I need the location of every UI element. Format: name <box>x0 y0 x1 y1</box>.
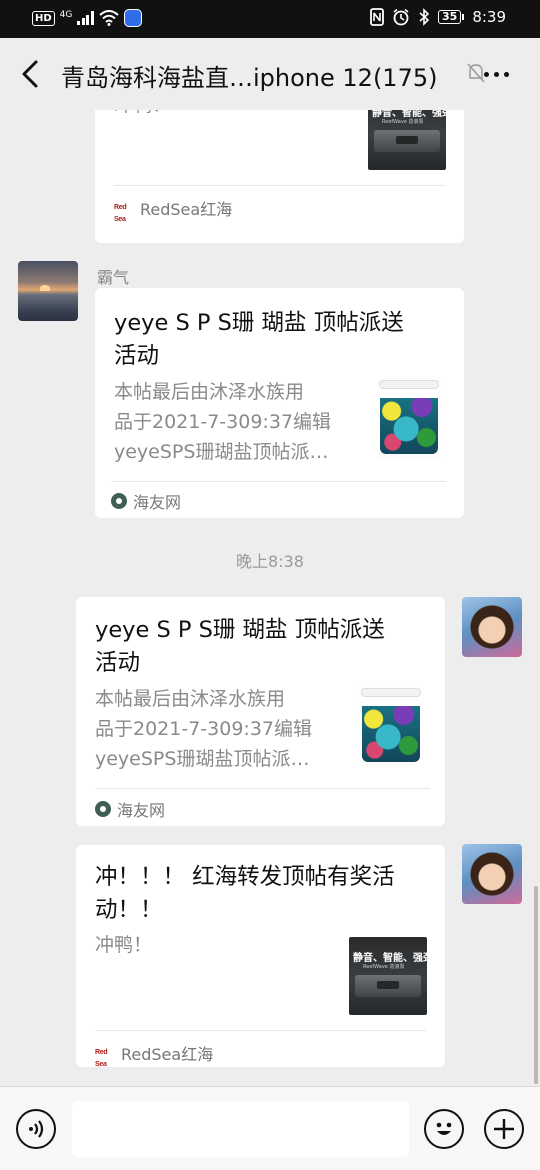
card-title: 冲！！！ 红海转发顶帖有奖活 动！！ <box>95 861 395 927</box>
card-title-line: 动！！ <box>95 897 163 923</box>
timestamp: 晚上8:38 <box>236 552 304 571</box>
thumbnail-subline: ReefWave 造浪泵 <box>363 964 405 970</box>
card-description: 冲鸭！ <box>95 934 153 956</box>
thumbnail-headline: 静音、智能、强劲 <box>353 953 427 964</box>
link-card[interactable]: yeye S P S珊 瑚盐 顶帖派送 活动 本帖最后由沐泽水族用 品于2021… <box>76 597 445 826</box>
more-dots-icon[interactable] <box>484 64 518 84</box>
avatar[interactable] <box>18 261 78 321</box>
battery-level: 35 <box>438 10 462 24</box>
card-divider <box>111 481 446 482</box>
link-card[interactable]: 冲鸭！ 静音、智能、强劲 ReefWave 造浪泵 Red Sea RedSea… <box>95 110 464 243</box>
battery-icon: 35 <box>438 10 465 24</box>
card-source-label: 海友网 <box>133 493 182 512</box>
card-title: yeye S P S珊 瑚盐 顶帖派送 活动 <box>95 614 385 680</box>
link-card[interactable]: yeye S P S珊 瑚盐 顶帖派送 活动 本帖最后由沐泽水族用 品于2021… <box>95 288 464 518</box>
card-title-line: yeye S P S珊 瑚盐 顶帖派送 <box>114 310 404 336</box>
card-description: 本帖最后由沐泽水族用 品于2021-7-309:37编辑 yeyeSPS珊瑚盐顶… <box>95 684 312 774</box>
title-bar: 青岛海科海盐直…iphone 12(175) <box>0 38 540 110</box>
card-description-line: yeyeSPS珊瑚盐顶帖派… <box>114 441 329 463</box>
thumbnail-subline: ReefWave 造浪泵 <box>382 119 424 125</box>
wifi-icon <box>99 10 119 26</box>
avatar[interactable] <box>462 844 522 904</box>
card-divider <box>95 788 430 789</box>
nfc-icon <box>370 8 384 26</box>
card-divider <box>95 1030 426 1031</box>
status-bar: HD 4G 35 8:39 <box>0 0 540 38</box>
card-title-line: 冲！！！ 红海转发顶帖有奖活 <box>95 864 395 890</box>
sender-name: 霸气 <box>97 268 130 287</box>
card-thumbnail <box>358 687 424 767</box>
card-thumbnail: 静音、智能、强劲 ReefWave 造浪泵 <box>368 110 446 170</box>
card-source: 海友网 <box>111 489 181 513</box>
card-source-label: RedSea红海 <box>121 1045 214 1064</box>
clock: 8:39 <box>472 8 506 26</box>
alarm-icon <box>393 8 409 26</box>
card-description-line: 品于2021-7-309:37编辑 <box>114 411 331 433</box>
chat-title: 青岛海科海盐直…iphone 12(175) <box>61 64 438 92</box>
card-title: yeye S P S珊 瑚盐 顶帖派送 活动 <box>114 307 404 373</box>
card-source: Red Sea RedSea红海 <box>114 196 233 223</box>
card-description-line: yeyeSPS珊瑚盐顶帖派… <box>95 748 310 770</box>
card-thumbnail: 静音、智能、强劲 ReefWave 造浪泵 <box>349 937 427 1015</box>
link-card[interactable]: 冲！！！ 红海转发顶帖有奖活 动！！ 冲鸭！ 静音、智能、强劲 ReefWave… <box>76 845 445 1068</box>
emoji-icon[interactable] <box>424 1109 464 1149</box>
card-source-label: 海友网 <box>117 801 166 820</box>
card-description-line: 品于2021-7-309:37编辑 <box>95 718 312 740</box>
card-title-line: yeye S P S珊 瑚盐 顶帖派送 <box>95 617 385 643</box>
mute-bell-icon <box>467 63 485 83</box>
voice-icon[interactable] <box>16 1109 56 1149</box>
card-description: 冲鸭！ <box>114 110 171 120</box>
haiyou-logo-icon <box>95 801 111 817</box>
haiyou-logo-icon <box>111 493 127 509</box>
wave-pump-image <box>374 130 440 152</box>
input-bar <box>0 1086 540 1170</box>
network-type: 4G <box>59 10 73 20</box>
card-title-line: 活动 <box>95 650 141 676</box>
card-thumbnail <box>376 379 442 459</box>
card-title-line: 活动 <box>114 343 160 369</box>
vpn-icon <box>123 9 142 27</box>
signal-icon <box>77 11 94 25</box>
card-source: Red Sea RedSea红海 <box>95 1041 214 1068</box>
card-divider <box>114 185 445 186</box>
wave-pump-image <box>355 975 421 997</box>
redsea-logo-icon: Red Sea <box>95 1049 108 1068</box>
bluetooth-icon <box>419 8 430 26</box>
card-source: 海友网 <box>95 797 165 821</box>
scrollbar[interactable] <box>534 886 538 1084</box>
back-button[interactable] <box>14 56 48 92</box>
card-description-line: 本帖最后由沐泽水族用 <box>95 688 286 710</box>
card-description-line: 本帖最后由沐泽水族用 <box>114 381 305 403</box>
hd-badge: HD <box>32 10 55 26</box>
card-source-label: RedSea红海 <box>140 200 233 219</box>
message-list[interactable]: 冲鸭！ 静音、智能、强劲 ReefWave 造浪泵 Red Sea RedSea… <box>0 110 540 1086</box>
redsea-logo-icon: Red Sea <box>114 204 127 223</box>
message-input[interactable] <box>72 1101 409 1157</box>
plus-icon[interactable] <box>484 1109 524 1149</box>
card-description: 本帖最后由沐泽水族用 品于2021-7-309:37编辑 yeyeSPS珊瑚盐顶… <box>114 377 331 467</box>
avatar[interactable] <box>462 597 522 657</box>
